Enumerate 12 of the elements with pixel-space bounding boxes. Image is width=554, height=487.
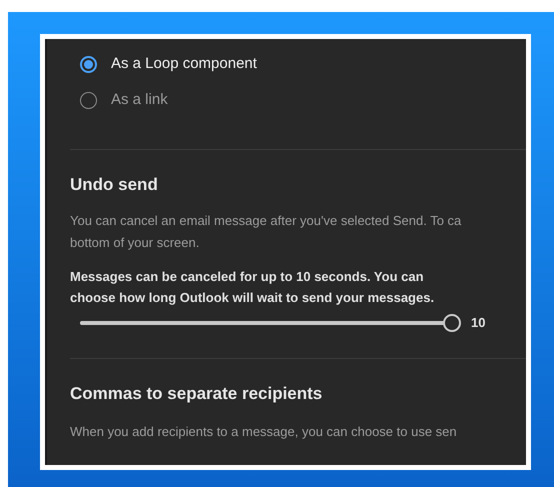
section-title: Undo send	[70, 174, 159, 196]
radio-label: As a link	[111, 90, 168, 110]
section-title: Commas to separate recipients	[70, 383, 324, 405]
description-text: When you add recipients to a message, you can choose to use sen	[70, 423, 458, 441]
slider-value: 10	[471, 314, 486, 332]
note-text: Messages can be canceled for up to 10 seconds. You can choose how long Outlook will wait to send your messages.	[70, 268, 436, 307]
radio-label: As a Loop component	[111, 54, 257, 74]
radio-button[interactable]	[80, 56, 97, 72]
radio-button[interactable]	[80, 92, 97, 108]
slider[interactable]	[80, 314, 461, 332]
description-text: You can cancel an email message after you've selected Send. To ca bottom of your screen.	[70, 212, 462, 252]
slider-thumb[interactable]	[443, 314, 461, 332]
